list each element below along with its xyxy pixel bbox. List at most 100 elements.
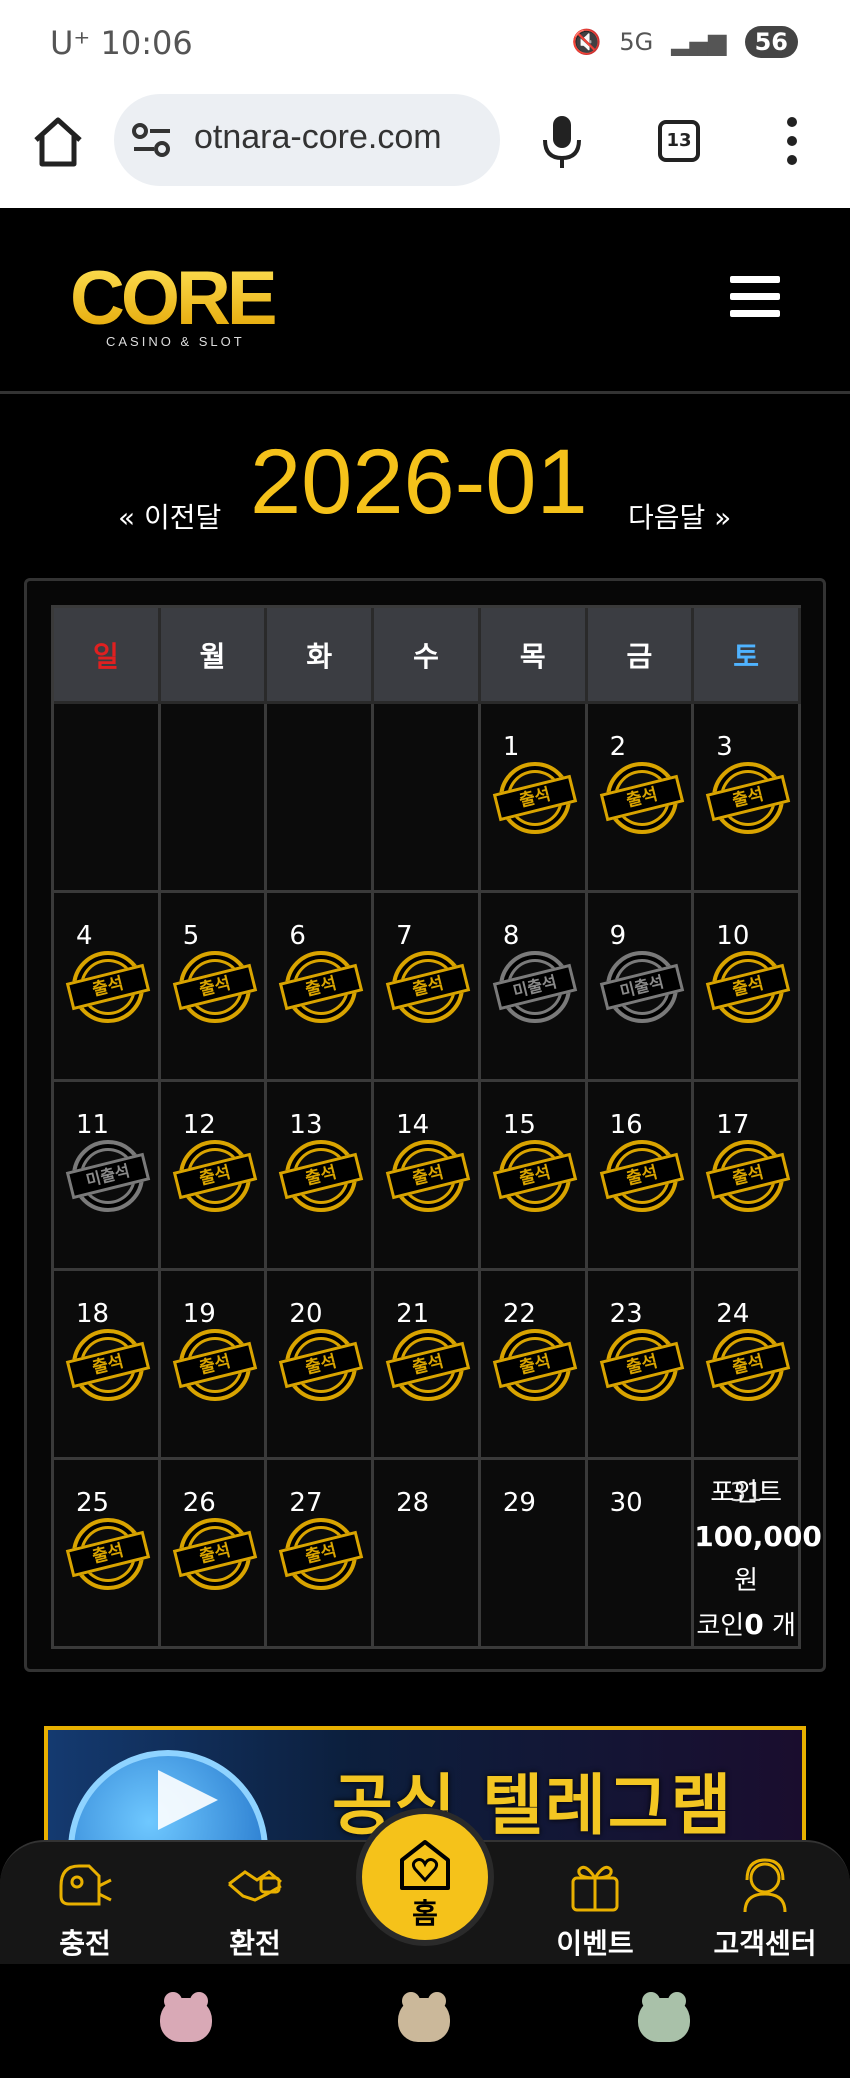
day-number: 7 (396, 921, 413, 951)
attended-stamp-icon: 출석 (385, 951, 471, 1023)
calendar-day-18: 18 출석 (54, 1271, 161, 1460)
carrier-label: U⁺ (50, 24, 91, 62)
gift-icon (571, 1865, 619, 1912)
mute-icon: 🔇 (571, 28, 602, 56)
calendar-day-15: 15 출석 (480, 1082, 588, 1271)
charge-icon (59, 1864, 112, 1906)
calendar-day-13: 13 출석 (267, 1082, 375, 1271)
day-number: 30 (609, 1488, 643, 1518)
calendar-day-6: 6 출석 (267, 893, 375, 1082)
attended-stamp-icon: 출석 (279, 1140, 364, 1212)
calendar-day-29: 29 (480, 1460, 588, 1649)
points-unit: 원 (734, 1566, 759, 1596)
calendar-day-24: 24 출석 (694, 1271, 801, 1460)
day-number: 17 (716, 1110, 750, 1140)
clock: 10:06 (100, 24, 193, 62)
calendar-day-2: 2 출석 (587, 704, 695, 893)
nav-home-button[interactable]: 홈 (356, 1808, 494, 1946)
weekday-thu: 목 (480, 608, 588, 704)
nav-event[interactable]: 이벤트 (530, 1856, 660, 1962)
weekday-wed: 수 (374, 608, 481, 704)
nav-charge[interactable]: 충전 (20, 1856, 150, 1962)
calendar-day-21: 21 출석 (374, 1271, 481, 1460)
day-number: 24 (716, 1299, 750, 1329)
attended-stamp-icon: 출석 (706, 1140, 791, 1212)
attended-stamp-icon: 출석 (492, 1329, 578, 1401)
day-number: 10 (716, 921, 750, 951)
nav-exchange[interactable]: 환전 (190, 1856, 320, 1962)
system-home-button-icon[interactable] (398, 1992, 450, 2042)
microphone-icon[interactable] (540, 114, 584, 170)
day-number: 15 (502, 1110, 536, 1140)
attended-stamp-icon: 출석 (279, 1329, 364, 1401)
calendar-day-27: 27 출석 (267, 1460, 375, 1649)
missed-stamp-icon: 미출석 (492, 951, 578, 1023)
calendar-empty-cell (160, 704, 268, 893)
site-settings-icon[interactable] (132, 122, 172, 158)
calendar-day-16: 16 출석 (587, 1082, 695, 1271)
weekday-fri: 금 (587, 608, 695, 704)
address-bar[interactable]: otnara-core.com (114, 94, 500, 186)
calendar-day-14: 14 출석 (374, 1082, 481, 1271)
calendar-day-30: 30 (587, 1460, 695, 1649)
day-number: 21 (396, 1299, 430, 1329)
day-number: 25 (76, 1488, 110, 1518)
back-button-icon[interactable] (638, 1992, 690, 2042)
calendar-day-22: 22 출석 (480, 1271, 588, 1460)
day-number: 12 (182, 1110, 216, 1140)
core-logo[interactable]: CORE CASINO & SLOT (70, 262, 284, 352)
attended-stamp-icon: 출석 (599, 762, 684, 834)
attended-stamp-icon: 출석 (599, 1329, 684, 1401)
calendar-day-26: 26 출석 (160, 1460, 268, 1649)
calendar-empty-cell (54, 704, 161, 893)
day-number: 11 (76, 1110, 110, 1140)
calendar-empty-cell (374, 704, 481, 893)
missed-stamp-icon: 미출석 (65, 1140, 151, 1212)
day-number: 29 (502, 1488, 536, 1518)
calendar-empty-cell (267, 704, 375, 893)
status-icons: 🔇 5G ▂▄▆ 56 (571, 26, 798, 58)
attended-stamp-icon: 출석 (492, 762, 578, 834)
weekday-sat: 토 (694, 608, 801, 704)
browser-toolbar: otnara-core.com 13 (0, 90, 850, 208)
calendar-day-31: 포인트 31 100,000 원 코인0 개 (694, 1460, 822, 1649)
more-menu-icon[interactable] (786, 116, 798, 166)
attended-stamp-icon: 출석 (65, 1518, 151, 1590)
day-number: 4 (76, 921, 93, 951)
current-month-title: 2026-01 (250, 431, 588, 533)
points-summary: 포인트 31 100,000 원 코인0 개 (694, 1472, 822, 1648)
attendance-calendar: 일 월 화 수 목 금 토 1 출석 2 출석 3 출석 4 출석 5 출석 6 출석 7 출석 8 미출석 9… (24, 578, 826, 1672)
attended-stamp-icon: 출석 (492, 1140, 578, 1212)
nav-support[interactable]: 고객센터 (700, 1856, 830, 1962)
browser-home-icon[interactable] (30, 114, 86, 170)
hamburger-menu-icon[interactable] (730, 276, 780, 318)
day-number: 28 (396, 1488, 430, 1518)
next-month-link[interactable]: 다음달 » (628, 496, 731, 536)
nav-support-label: 고객센터 (713, 1927, 817, 1960)
missed-stamp-icon: 미출석 (599, 951, 684, 1023)
month-navigation: « 이전달 2026-01 다음달 » (0, 430, 850, 550)
calendar-day-10: 10 출석 (694, 893, 801, 1082)
day-number: 14 (396, 1110, 430, 1140)
attended-stamp-icon: 출석 (279, 951, 364, 1023)
weekday-tue: 화 (267, 608, 375, 704)
day-number: 19 (182, 1299, 216, 1329)
attended-stamp-icon: 출석 (172, 1329, 257, 1401)
attended-stamp-icon: 출석 (599, 1140, 684, 1212)
day-number: 6 (289, 921, 306, 951)
attended-stamp-icon: 출석 (706, 762, 791, 834)
day-number: 9 (609, 921, 627, 951)
calendar-day-19: 19 출석 (160, 1271, 268, 1460)
tab-switcher-button[interactable]: 13 (658, 120, 700, 162)
status-time-group: U⁺ 10:06 (50, 24, 193, 62)
signal-icon: ▂▄▆ (671, 28, 727, 56)
recents-button-icon[interactable] (160, 1992, 212, 2042)
calendar-day-12: 12 출석 (160, 1082, 268, 1271)
calendar-day-17: 17 출석 (694, 1082, 801, 1271)
prev-month-link[interactable]: « 이전달 (118, 496, 221, 536)
weekday-sun: 일 (54, 608, 161, 704)
attended-stamp-icon: 출석 (385, 1140, 471, 1212)
calendar-day-20: 20 출석 (267, 1271, 375, 1460)
calendar-day-4: 4 출석 (54, 893, 161, 1082)
home-heart-icon (400, 1840, 450, 1890)
